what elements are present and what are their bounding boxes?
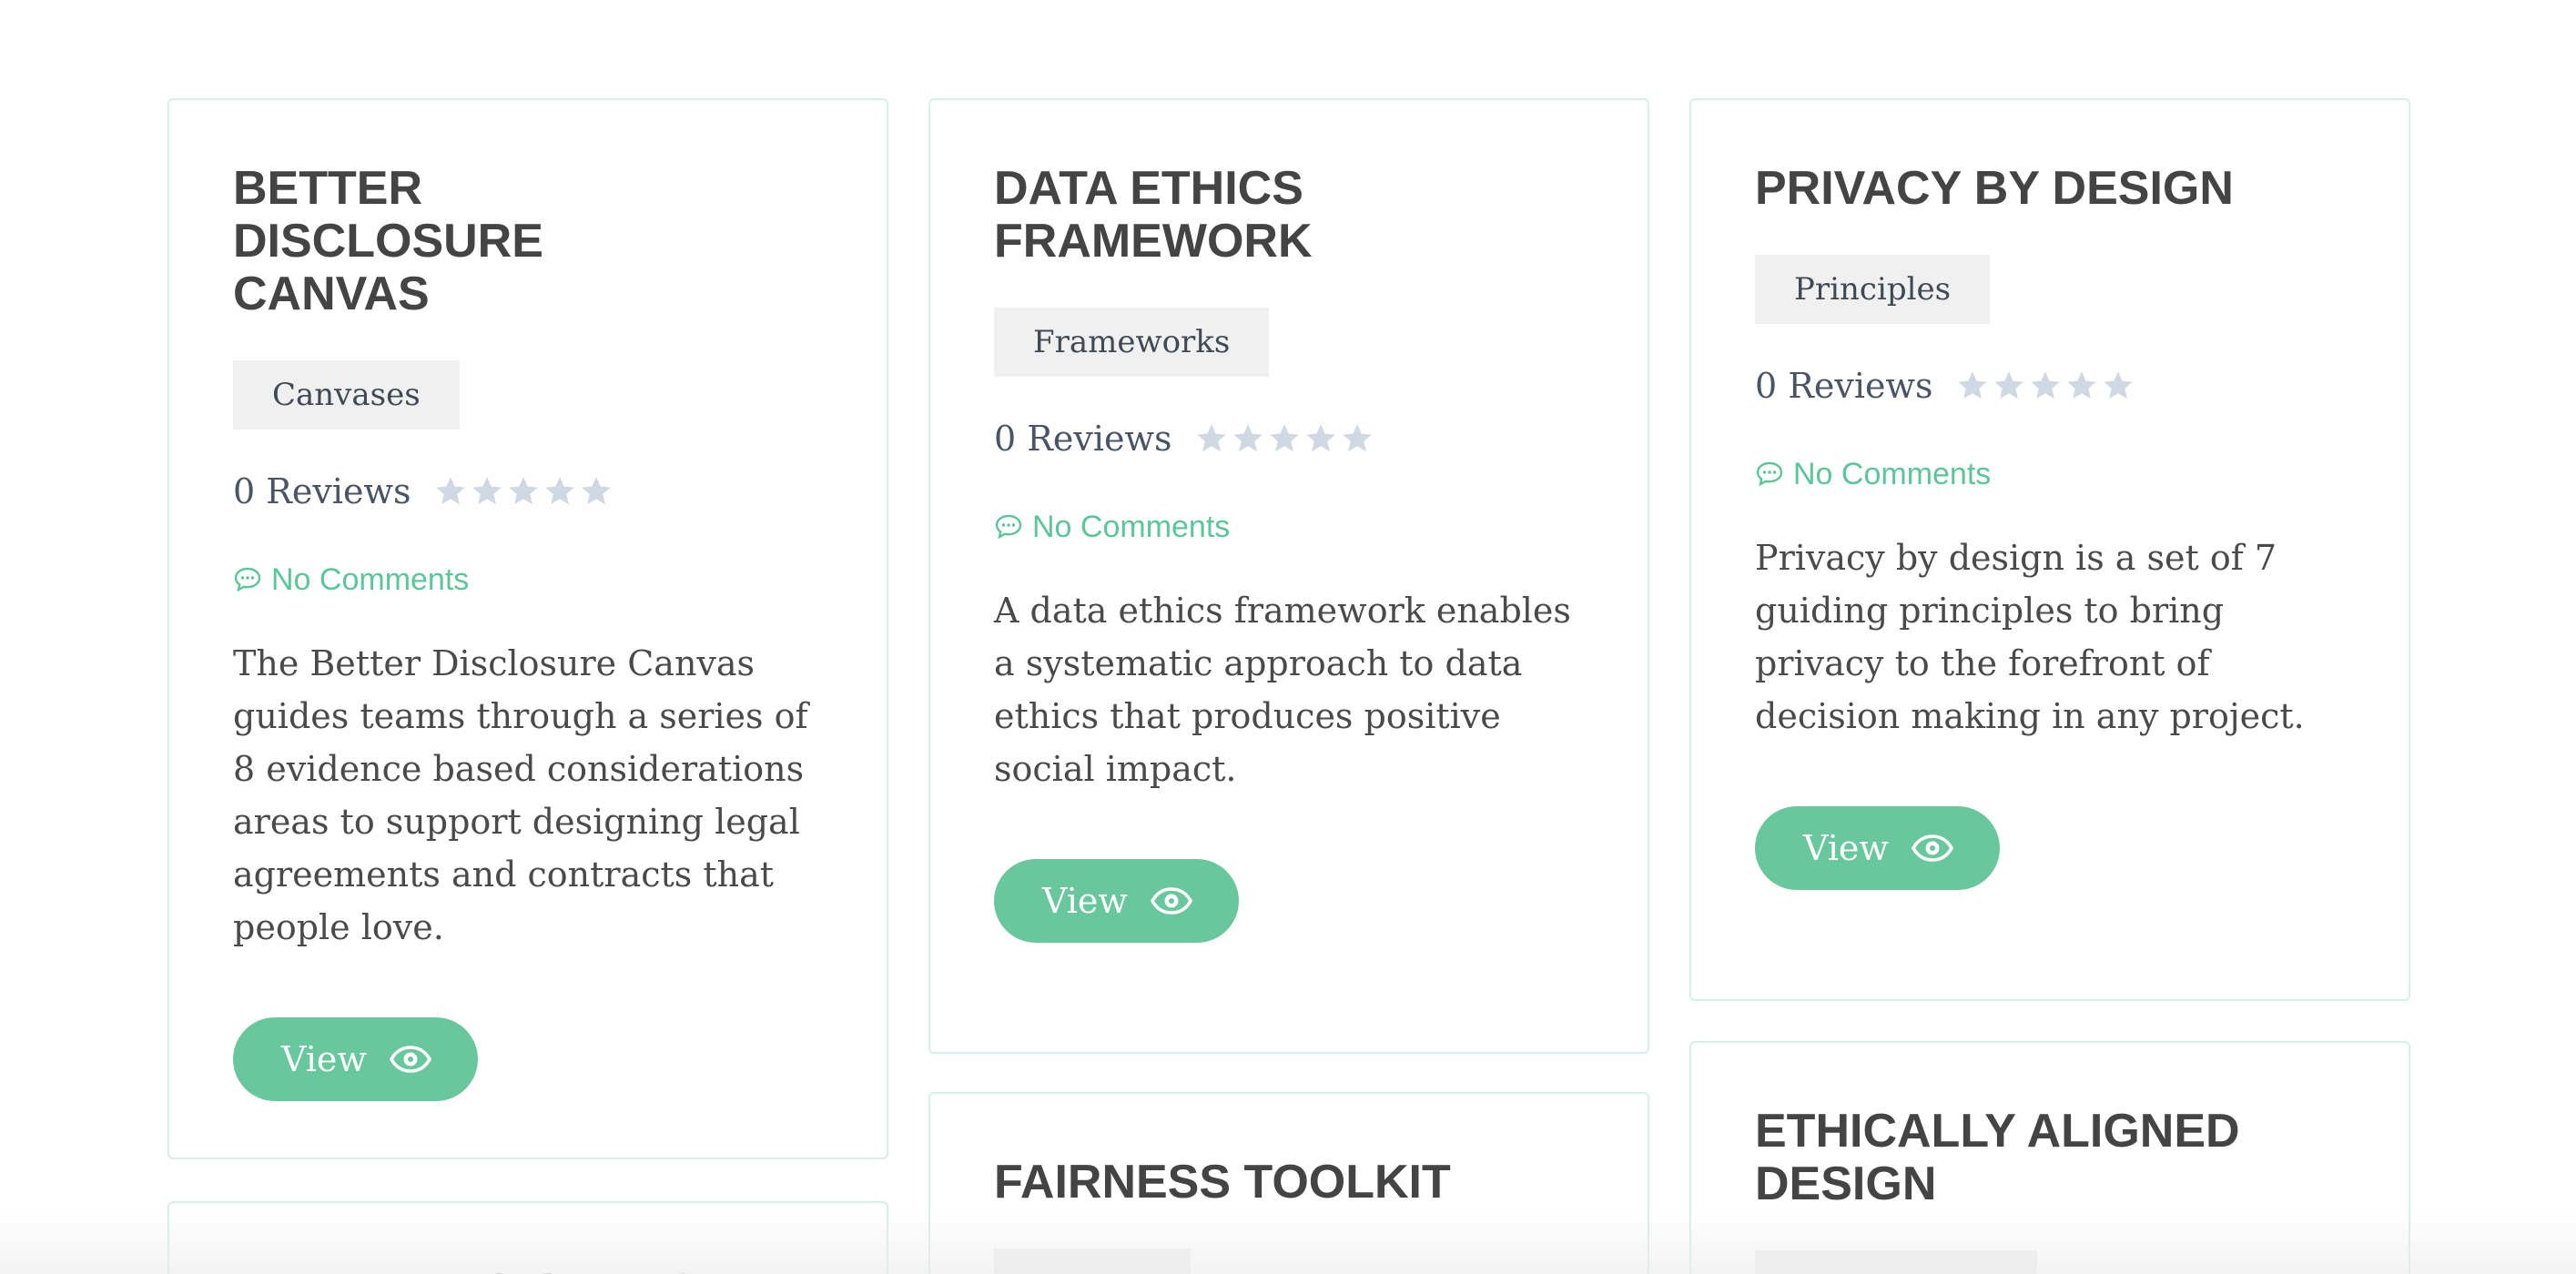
star-rating[interactable] bbox=[433, 474, 614, 509]
reviews-count[interactable]: 0 Reviews bbox=[1755, 366, 1933, 406]
resource-card: PRIVACY BY DESIGN Principles 0 Reviews N… bbox=[1689, 98, 2410, 1001]
resource-card: DATA ETHICS FRAMEWORK Frameworks 0 Revie… bbox=[928, 98, 1649, 1054]
star-icon bbox=[2030, 371, 2060, 399]
eye-icon bbox=[389, 1046, 432, 1073]
comments-label: No Comments bbox=[1793, 456, 1992, 491]
reviews-count[interactable]: 0 Reviews bbox=[233, 471, 411, 511]
star-icon bbox=[581, 477, 611, 505]
card-description: Privacy by design is a set of 7 guiding … bbox=[1755, 538, 2305, 736]
rating-row: 0 Reviews bbox=[1755, 360, 2345, 411]
category-tag[interactable]: Principles bbox=[1755, 255, 1991, 324]
comments-link[interactable]: No Comments bbox=[1755, 453, 2345, 495]
speech-bubble-icon bbox=[995, 514, 1022, 540]
star-icon bbox=[1269, 424, 1299, 452]
speech-bubble-icon bbox=[234, 567, 261, 592]
star-icon bbox=[1232, 424, 1263, 452]
resource-card: FAIRNESS TOOLKIT bbox=[928, 1092, 1649, 1274]
view-button-label: View bbox=[1042, 881, 1128, 921]
star-icon bbox=[472, 477, 502, 505]
resource-card: WELLBEING CARDS bbox=[167, 1201, 888, 1274]
card-title[interactable]: FAIRNESS TOOLKIT bbox=[994, 1156, 1577, 1208]
card-title[interactable]: BETTER DISCLOSURE CANVAS bbox=[233, 162, 743, 320]
star-icon bbox=[2066, 371, 2096, 399]
rating-row: 0 Reviews bbox=[994, 413, 1584, 464]
star-icon bbox=[435, 477, 465, 505]
view-button-label: View bbox=[1803, 828, 1889, 868]
card-title[interactable]: PRIVACY BY DESIGN bbox=[1755, 162, 2319, 215]
reviews-count[interactable]: 0 Reviews bbox=[994, 419, 1172, 459]
comments-label: No Comments bbox=[271, 561, 470, 597]
view-button[interactable]: View bbox=[994, 859, 1239, 943]
star-icon bbox=[1957, 371, 1987, 399]
comments-link[interactable]: No Comments bbox=[233, 559, 823, 601]
star-rating[interactable] bbox=[1194, 421, 1374, 456]
category-tag[interactable] bbox=[1755, 1250, 2037, 1274]
card-title[interactable]: DATA ETHICS FRAMEWORK bbox=[994, 162, 1340, 268]
star-icon bbox=[1305, 424, 1335, 452]
comments-label: No Comments bbox=[1032, 509, 1231, 544]
view-button[interactable]: View bbox=[233, 1017, 478, 1101]
rating-row: 0 Reviews bbox=[233, 466, 823, 517]
category-tag[interactable] bbox=[994, 1249, 1191, 1274]
eye-icon bbox=[1911, 834, 1954, 862]
star-icon bbox=[544, 477, 574, 505]
card-title[interactable]: ETHICALLY ALIGNED DESIGN bbox=[1755, 1105, 2265, 1210]
star-icon bbox=[1993, 371, 2023, 399]
star-icon bbox=[2103, 371, 2133, 399]
card-description: The Better Disclosure Canvas guides team… bbox=[233, 643, 808, 947]
card-description: A data ethics framework enables a system… bbox=[994, 591, 1571, 789]
eye-icon bbox=[1150, 887, 1193, 915]
speech-bubble-icon bbox=[1756, 461, 1783, 487]
star-rating[interactable] bbox=[1955, 369, 2135, 403]
comments-link[interactable]: No Comments bbox=[994, 506, 1584, 548]
star-icon bbox=[1196, 424, 1226, 452]
card-title[interactable]: WELLBEING CARDS bbox=[233, 1265, 816, 1274]
view-button[interactable]: View bbox=[1755, 806, 2000, 890]
resource-card: ETHICALLY ALIGNED DESIGN bbox=[1689, 1041, 2410, 1274]
view-button-label: View bbox=[281, 1039, 367, 1079]
category-tag[interactable]: Canvases bbox=[233, 360, 460, 430]
star-icon bbox=[1342, 424, 1372, 452]
category-tag[interactable]: Frameworks bbox=[994, 308, 1270, 377]
resource-card: BETTER DISCLOSURE CANVAS Canvases 0 Revi… bbox=[167, 98, 888, 1159]
star-icon bbox=[508, 477, 538, 505]
